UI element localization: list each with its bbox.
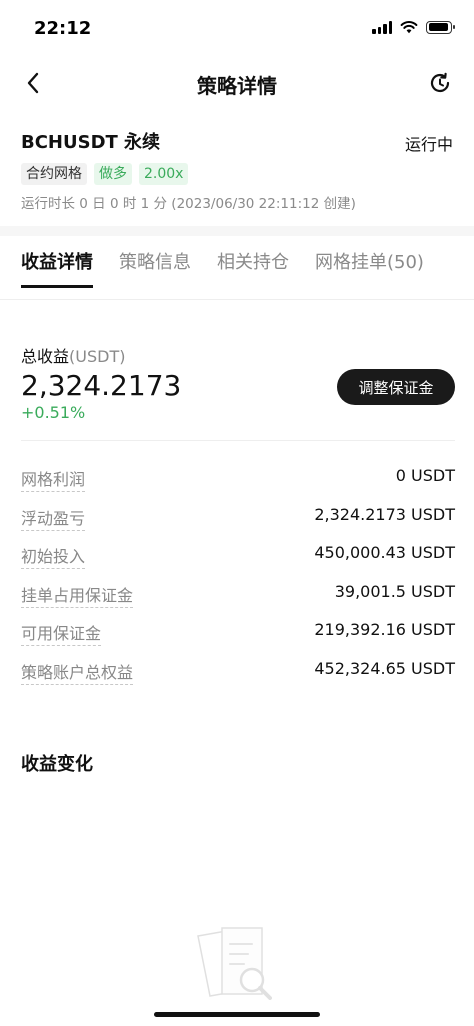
run-time: 运行时长 0 日 0 时 1 分 (2023/06/30 22:11:12 创建… <box>21 196 356 212</box>
status-time: 22:12 <box>34 18 92 39</box>
total-income-label: 总收益(USDT) <box>21 343 455 367</box>
empty-data-icon <box>197 927 272 1000</box>
nav-bar: 策略详情 <box>0 58 474 108</box>
detail-value: 450,000.43 USDT <box>314 543 455 562</box>
symbol-title: BCHUSDT 永续 <box>21 132 161 153</box>
detail-label[interactable]: 网格利润 <box>21 466 86 492</box>
tag-direction: 做多 <box>94 163 132 185</box>
strategy-tags: 合约网格 做多 2.00x <box>21 163 455 185</box>
detail-value: 452,324.65 USDT <box>314 658 455 678</box>
detail-row-order-margin: 挂单占用保证金 39,001.5 USDT <box>21 574 455 613</box>
summary-divider <box>21 440 455 441</box>
wifi-icon <box>400 21 418 34</box>
tab-bar: 收益详情 策略信息 相关持仓 网格挂单(50) <box>21 248 424 288</box>
adjust-margin-button[interactable]: 调整保证金 <box>337 369 455 405</box>
tab-strategy-info[interactable]: 策略信息 <box>119 248 191 288</box>
detail-value: 219,392.16 USDT <box>314 620 455 639</box>
detail-label[interactable]: 初始投入 <box>21 543 86 569</box>
detail-label[interactable]: 挂单占用保证金 <box>21 582 134 608</box>
detail-row-available-margin: 可用保证金 219,392.16 USDT <box>21 612 455 651</box>
strategy-header: BCHUSDT 永续 运行中 合约网格 做多 2.00x 运行时长 0 日 0 … <box>21 128 455 212</box>
strategy-detail-screen: 22:12 策略详情 BCHUSDT 永续 运行中 合约网格 做多 2.00x … <box>0 0 474 1026</box>
tab-underline-divider <box>0 299 474 300</box>
detail-value: 39,001.5 USDT <box>334 581 455 601</box>
total-income-label-text: 总收益 <box>21 347 70 366</box>
detail-label[interactable]: 可用保证金 <box>21 620 102 646</box>
detail-label[interactable]: 策略账户总权益 <box>21 659 134 685</box>
status-label: 运行中 <box>404 135 453 154</box>
battery-icon <box>426 20 455 34</box>
income-change-title: 收益变化 <box>21 754 93 775</box>
detail-row-grid-profit: 网格利润 0 USDT <box>21 458 455 497</box>
detail-label[interactable]: 浮动盈亏 <box>21 505 86 531</box>
signal-icon <box>372 20 392 34</box>
total-income-unit: (USDT) <box>69 347 126 366</box>
tag-leverage: 2.00x <box>139 163 189 185</box>
detail-row-total-equity: 策略账户总权益 452,324.65 USDT <box>21 651 455 690</box>
refresh-button[interactable] <box>426 69 454 97</box>
status-bar: 22:12 <box>0 0 474 56</box>
tab-income-details[interactable]: 收益详情 <box>21 248 93 288</box>
tag-grid-type: 合约网格 <box>21 163 87 185</box>
tab-grid-orders[interactable]: 网格挂单(50) <box>315 248 424 288</box>
section-divider <box>0 226 474 236</box>
home-indicator[interactable] <box>154 1012 320 1017</box>
income-details-list: 网格利润 0 USDT 浮动盈亏 2,324.2173 USDT 初始投入 45… <box>21 458 455 689</box>
detail-value: 2,324.2173 USDT <box>314 504 455 524</box>
detail-value: 0 USDT <box>395 466 455 485</box>
tab-related-positions[interactable]: 相关持仓 <box>217 248 289 288</box>
total-income-summary: 总收益(USDT) 2,324.2173 +0.51% 调整保证金 <box>21 343 455 433</box>
total-income-percent: +0.51% <box>21 403 86 422</box>
status-icons <box>372 20 455 34</box>
page-title: 策略详情 <box>197 74 277 98</box>
detail-row-floating-pnl: 浮动盈亏 2,324.2173 USDT <box>21 497 455 536</box>
detail-row-initial-investment: 初始投入 450,000.43 USDT <box>21 535 455 574</box>
refresh-icon <box>430 72 450 93</box>
